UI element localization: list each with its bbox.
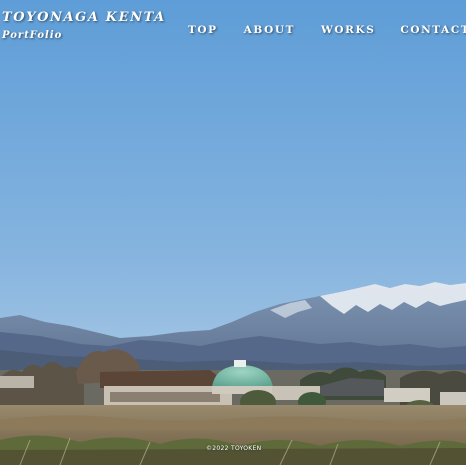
- nav-link-works[interactable]: WORKS: [321, 24, 375, 36]
- site-brand[interactable]: TOYONAGA KENTA PortFolio: [2, 10, 166, 41]
- site-title[interactable]: TOYONAGA KENTA: [2, 10, 166, 25]
- site-subtitle: PortFolio: [2, 30, 63, 41]
- main-nav: TOP ABOUT WORKS CONTACT: [188, 24, 466, 36]
- nav-link-top[interactable]: TOP: [188, 24, 218, 36]
- nav-link-contact[interactable]: CONTACT: [400, 24, 466, 36]
- hero-landscape-photo: [0, 0, 466, 465]
- copyright-text: ©2022 TOYOKEN: [206, 445, 262, 452]
- nav-link-about[interactable]: ABOUT: [244, 24, 295, 36]
